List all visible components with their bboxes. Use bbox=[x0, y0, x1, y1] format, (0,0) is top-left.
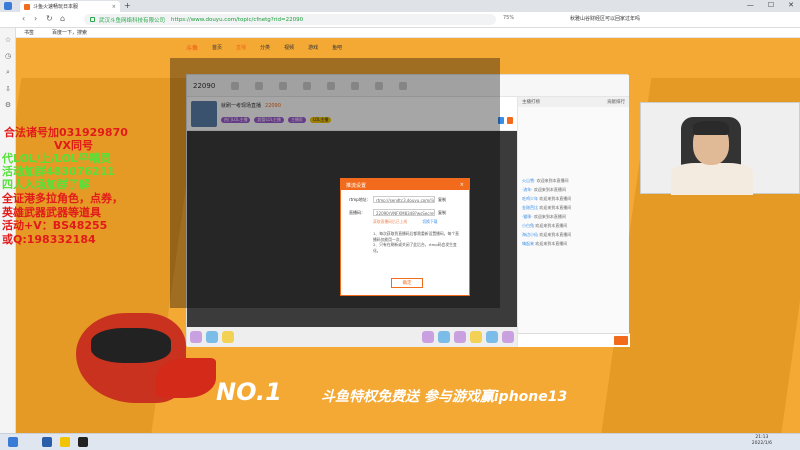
stream-key-label: 直播码： bbox=[349, 209, 365, 215]
url-input[interactable]: 武汉斗鱼网络科技有限公司 https://www.douyu.com/topic… bbox=[84, 14, 496, 25]
browser-logo-icon bbox=[4, 2, 12, 10]
site-header: 斗鱼 首页 直播 分类 视频 游戏 鱼吧 bbox=[166, 38, 646, 56]
follow-button[interactable] bbox=[507, 117, 513, 124]
gift-icon[interactable] bbox=[486, 331, 498, 343]
minimize-icon[interactable]: — bbox=[747, 1, 754, 9]
chat-panel: 主播打榜 贡献排行 火山雪· 欢迎来到本直播间 ·流年· 欢迎来到本直播间 吃鸡… bbox=[517, 97, 630, 347]
url-text: https://www.douyu.com/topic/cfnetg?rid=2… bbox=[171, 16, 304, 23]
chat-message: 吃鸡少年 欢迎来到本直播间 bbox=[522, 196, 572, 201]
bookmark-item[interactable]: 百度一下，搜索 bbox=[52, 29, 87, 36]
obs-taskbar-icon[interactable] bbox=[78, 437, 88, 447]
lock-icon bbox=[90, 17, 95, 22]
gift-icon[interactable] bbox=[422, 331, 434, 343]
zoom-level[interactable]: 75% bbox=[503, 15, 514, 21]
app-taskbar-icon[interactable] bbox=[60, 437, 70, 447]
new-tab-icon[interactable]: + bbox=[124, 1, 131, 10]
gift-icon[interactable] bbox=[470, 331, 482, 343]
gift-icon[interactable] bbox=[502, 331, 514, 343]
windows-taskbar: 21:13 2022/1/6 bbox=[0, 433, 800, 450]
dialog-tip: 1、每次获取到直播码后都需重新设置播码，每个直播码仅能用一次。 bbox=[373, 231, 459, 242]
switch-link[interactable]: 切换下载 bbox=[422, 219, 437, 224]
chat-message: 小白兔 欢迎来到本直播间 bbox=[522, 223, 568, 228]
history-icon[interactable]: ◷ bbox=[0, 52, 16, 60]
promo-no1: NO.1 bbox=[216, 378, 282, 406]
nav-category[interactable]: 分类 bbox=[260, 44, 270, 51]
tab-title: 斗鱼火速畅玩日本服 bbox=[33, 4, 79, 10]
search-icon[interactable]: ⌕ bbox=[0, 68, 16, 77]
gift-icon[interactable] bbox=[190, 331, 202, 343]
tab-close-icon[interactable]: × bbox=[112, 4, 116, 10]
chat-message: ·流年· 欢迎来到本直播间 bbox=[522, 187, 566, 192]
confirm-button[interactable]: 确定 bbox=[391, 278, 423, 288]
rtmp-label: rtmp地址： bbox=[349, 196, 371, 202]
rtmp-field[interactable]: rtmp://sendtc3.douyu.com/live bbox=[373, 196, 435, 203]
nav-fishbar[interactable]: 鱼吧 bbox=[332, 44, 342, 51]
copy-key-button[interactable]: 复制 bbox=[438, 210, 446, 216]
browser-tab[interactable]: 斗鱼火速畅玩日本服 × bbox=[20, 1, 120, 12]
dialog-title: 推流设置 bbox=[346, 183, 367, 189]
site-identity: 武汉斗鱼网络科技有限公司 bbox=[99, 17, 166, 24]
nav-game[interactable]: 游戏 bbox=[308, 44, 318, 51]
webcam-overlay bbox=[640, 102, 800, 195]
dialog-close-icon[interactable]: × bbox=[460, 182, 464, 188]
send-button[interactable] bbox=[614, 336, 628, 345]
nav-video[interactable]: 视频 bbox=[284, 44, 294, 51]
gift-icon[interactable] bbox=[454, 331, 466, 343]
chat-input[interactable] bbox=[518, 333, 630, 347]
stream-key-field[interactable]: 22090rVNFXM8348?wsSecret= bbox=[373, 209, 435, 216]
douyu-logo[interactable]: 斗鱼 bbox=[186, 43, 198, 52]
chat-message: 金刚芭比 欢迎来到本直播间 bbox=[522, 205, 572, 210]
settings-icon[interactable]: ⚙ bbox=[0, 101, 16, 109]
home-icon[interactable]: ⌂ bbox=[60, 14, 65, 23]
copy-rtmp-button[interactable]: 复制 bbox=[438, 197, 446, 203]
chat-message: ·猫咪· 欢迎来到本直播间 bbox=[522, 214, 566, 219]
address-bar-row: ‹ › ↻ ⌂ 武汉斗鱼网络科技有限公司 https://www.douyu.c… bbox=[0, 12, 800, 28]
chat-message: 海边小仙 欢迎来到本直播间 bbox=[522, 232, 572, 237]
forward-icon[interactable]: › bbox=[34, 14, 37, 23]
gift-bar bbox=[187, 327, 517, 347]
promo-helmet-visor bbox=[91, 328, 171, 363]
promo-art bbox=[156, 358, 216, 398]
dialog-note: 获取直播码后已上线 bbox=[373, 219, 408, 224]
nav-live[interactable]: 直播 bbox=[236, 44, 246, 51]
maximize-icon[interactable]: ☐ bbox=[768, 1, 774, 9]
streamer-shirt bbox=[671, 163, 753, 195]
gift-icon[interactable] bbox=[222, 331, 234, 343]
browser-tabbar: 斗鱼火速畅玩日本服 × + — ☐ ✕ bbox=[0, 0, 800, 12]
promo-slogan: 斗鱼特权免费送 参与游戏赢iphone13 bbox=[321, 389, 568, 405]
overlay-text: 或Q:198332184 bbox=[2, 233, 96, 246]
push-settings-dialog: 推流设置 × rtmp地址： rtmp://sendtc3.douyu.com/… bbox=[340, 178, 470, 296]
gift-icon[interactable] bbox=[438, 331, 450, 343]
dialog-tip: 2、只有在刷新或关闭了此后台，rtmp码会发生变化。 bbox=[373, 242, 457, 253]
chat-message: 嗨起来 欢迎来到本直播间 bbox=[522, 241, 568, 246]
bookmark-item[interactable]: 书签 bbox=[24, 29, 34, 36]
douyu-favicon-icon bbox=[24, 3, 30, 10]
star-icon[interactable]: ☆ bbox=[0, 36, 16, 44]
chat-message: 火山雪· 欢迎来到本直播间 bbox=[522, 178, 569, 183]
rank-tab[interactable]: 贡献排行 bbox=[607, 99, 625, 105]
bookmarks-bar: 书签 百度一下，搜索 bbox=[0, 28, 800, 38]
nav-home[interactable]: 首页 bbox=[212, 44, 222, 51]
browser-taskbar-icon[interactable] bbox=[42, 437, 52, 447]
chat-tab[interactable]: 主播打榜 bbox=[522, 99, 540, 105]
clock[interactable]: 21:13 2022/1/6 bbox=[752, 435, 772, 447]
gift-icon[interactable] bbox=[206, 331, 218, 343]
download-icon[interactable]: ⇩ bbox=[0, 85, 16, 93]
streamer-hair bbox=[693, 121, 729, 135]
search-suggestion[interactable]: 秋雅山谷财经区可以回家过年吗 bbox=[570, 15, 640, 22]
close-window-icon[interactable]: ✕ bbox=[788, 1, 794, 9]
reload-icon[interactable]: ↻ bbox=[46, 14, 53, 23]
start-icon[interactable] bbox=[8, 437, 18, 447]
back-icon[interactable]: ‹ bbox=[22, 14, 25, 23]
